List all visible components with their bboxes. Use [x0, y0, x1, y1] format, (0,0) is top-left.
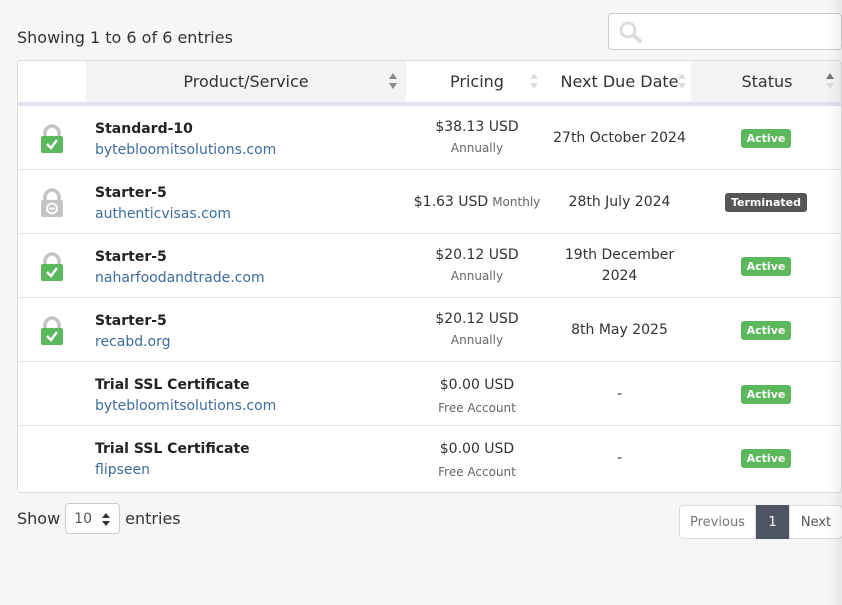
- header-status[interactable]: Status: [691, 61, 841, 102]
- next-due-date: 8th May 2025: [571, 321, 668, 338]
- sort-asc-icon: [389, 73, 397, 89]
- pagination: Previous 1 Next: [679, 505, 842, 539]
- next-due-date: 27th October 2024: [553, 129, 686, 146]
- table-row[interactable]: Trial SSL Certificate bytebloomitsolution…: [18, 362, 841, 426]
- entries-label: entries: [125, 509, 181, 528]
- product-domain-link[interactable]: authenticvisas.com: [95, 203, 231, 225]
- next-due-date: 28th July 2024: [568, 193, 671, 210]
- product-domain-link[interactable]: bytebloomitsolutions.com: [95, 395, 276, 417]
- search-input[interactable]: [649, 20, 834, 44]
- price-amount: $0.00 USD: [439, 441, 515, 457]
- pricing-cell: $20.12 USD Annually: [407, 234, 547, 298]
- next-due-date: 19th December 2024: [564, 247, 675, 284]
- search-icon: [619, 21, 643, 43]
- pricing-cell: $0.00 USD Free Account: [407, 426, 547, 490]
- status-cell: Terminated: [691, 170, 841, 234]
- services-table: Product/Service Pricing Next Due Date St…: [17, 60, 842, 493]
- status-cell: Active: [691, 362, 841, 426]
- price-amount: $0.00 USD: [439, 377, 515, 393]
- page-length-control: Show 10 entries: [17, 503, 181, 534]
- header-icon-column: [18, 61, 86, 102]
- billing-cycle: Free Account: [438, 401, 516, 415]
- header-label: Product/Service: [183, 72, 309, 91]
- product-domain-link[interactable]: recabd.org: [95, 331, 171, 353]
- header-product-service[interactable]: Product/Service: [86, 61, 406, 102]
- status-badge: Active: [740, 256, 792, 276]
- status-badge: Active: [740, 320, 792, 340]
- scroll-shadow: [828, 0, 842, 605]
- product-name: Trial SSL Certificate: [95, 441, 250, 457]
- billing-cycle: Monthly: [492, 194, 541, 209]
- product-cell: Starter-5 recabd.org: [95, 311, 171, 353]
- price-amount: $38.13 USD: [435, 119, 519, 135]
- sort-both-icon: [530, 73, 538, 89]
- product-cell: Starter-5 authenticvisas.com: [95, 183, 231, 225]
- price-amount: $1.63 USD: [413, 193, 489, 210]
- previous-button[interactable]: Previous: [679, 505, 756, 539]
- ssl-lock-inactive-icon: [41, 188, 63, 217]
- billing-cycle: Annually: [450, 333, 504, 347]
- header-label: Status: [741, 72, 793, 91]
- billing-cycle: Annually: [450, 269, 504, 283]
- header-pricing[interactable]: Pricing: [407, 61, 547, 102]
- product-domain-link[interactable]: flipseen: [95, 459, 250, 481]
- price-amount: $20.12 USD: [435, 311, 519, 327]
- product-cell: Trial SSL Certificate bytebloomitsolution…: [95, 375, 276, 417]
- status-cell: Active: [691, 298, 841, 362]
- table-row[interactable]: Trial SSL Certificate flipseen $0.00 USD F…: [18, 426, 841, 490]
- sort-both-icon: [678, 73, 686, 89]
- pricing-cell: $38.13 USD Annually: [407, 106, 547, 170]
- header-label: Pricing: [450, 72, 504, 91]
- status-badge: Active: [740, 448, 792, 468]
- product-cell: Standard-10 bytebloomitsolutions.com: [95, 119, 276, 161]
- status-badge: Active: [740, 128, 792, 148]
- next-due-date: -: [616, 449, 623, 466]
- ssl-lock-icon: [41, 316, 63, 345]
- product-name: Starter-5: [95, 185, 167, 201]
- product-cell: Starter-5 naharfoodandtrade.com: [95, 247, 265, 289]
- product-cell: Trial SSL Certificate flipseen: [95, 439, 250, 481]
- ssl-lock-icon: [41, 124, 63, 153]
- header-next-due-date[interactable]: Next Due Date: [548, 61, 691, 102]
- ssl-lock-icon: [41, 252, 63, 281]
- product-domain-link[interactable]: bytebloomitsolutions.com: [95, 139, 276, 161]
- select-arrows-icon: [102, 513, 111, 526]
- show-label: Show: [17, 509, 61, 528]
- product-domain-link[interactable]: naharfoodandtrade.com: [95, 267, 265, 289]
- table-row[interactable]: Standard-10 bytebloomitsolutions.com $38.1…: [18, 106, 841, 170]
- product-name: Standard-10: [95, 121, 193, 137]
- billing-cycle: Free Account: [438, 465, 516, 479]
- page-length-select[interactable]: 10: [65, 503, 121, 534]
- page-1-button[interactable]: 1: [756, 505, 789, 539]
- product-name: Trial SSL Certificate: [95, 377, 250, 393]
- product-name: Starter-5: [95, 313, 167, 329]
- table-row[interactable]: Starter-5 recabd.org $20.12 USD Annually 8t…: [18, 298, 841, 362]
- pricing-cell: $20.12 USD Annually: [407, 298, 547, 362]
- product-name: Starter-5: [95, 249, 167, 265]
- next-due-date: -: [616, 385, 623, 402]
- status-badge: Active: [740, 384, 792, 404]
- status-cell: Active: [691, 234, 841, 298]
- price-amount: $20.12 USD: [435, 247, 519, 263]
- header-label: Next Due Date: [560, 72, 679, 91]
- pricing-cell: $1.63 USD Monthly: [407, 170, 547, 234]
- table-header: Product/Service Pricing Next Due Date St…: [18, 61, 841, 106]
- status-cell: Active: [691, 106, 841, 170]
- page-length-value: 10: [74, 510, 92, 527]
- table-row[interactable]: Starter-5 naharfoodandtrade.com $20.12 USD…: [18, 234, 841, 298]
- entries-info: Showing 1 to 6 of 6 entries: [17, 28, 233, 47]
- table-row[interactable]: Starter-5 authenticvisas.com $1.63 USD Mon…: [18, 170, 841, 234]
- billing-cycle: Annually: [450, 141, 504, 155]
- status-badge: Terminated: [724, 192, 807, 212]
- status-cell: Active: [691, 426, 841, 490]
- search-box[interactable]: [608, 13, 842, 50]
- pricing-cell: $0.00 USD Free Account: [407, 362, 547, 426]
